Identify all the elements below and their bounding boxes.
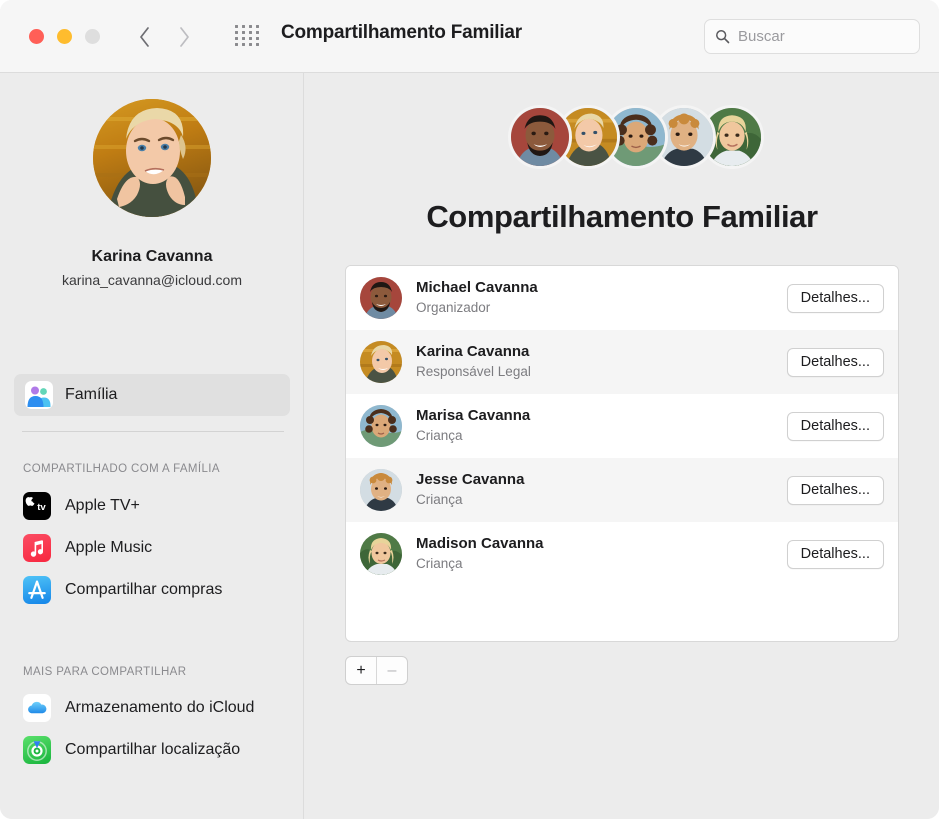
search-placeholder: Buscar	[738, 28, 785, 45]
sidebar-item-familia[interactable]: Família	[14, 374, 290, 416]
account-email: karina_cavanna@icloud.com	[0, 272, 304, 288]
sidebar-item-familia-label: Família	[65, 386, 117, 404]
sidebar: Karina Cavanna karina_cavanna@icloud.com…	[0, 73, 304, 819]
svg-text:tv: tv	[37, 502, 46, 513]
find-my-icon	[23, 736, 51, 764]
details-button[interactable]: Detalhes...	[787, 476, 884, 505]
sidebar-item-armazenamento-icloud-label: Armazenamento do iCloud	[65, 699, 254, 717]
account-avatar[interactable]	[93, 99, 211, 217]
show-all-grid-icon[interactable]	[235, 25, 261, 47]
apple-tv-icon: tv	[23, 492, 51, 520]
member-name: Jesse Cavanna	[416, 471, 787, 489]
zoom-button	[85, 29, 100, 44]
details-button[interactable]: Detalhes...	[787, 284, 884, 313]
member-role: Responsável Legal	[416, 363, 787, 381]
family-member-list: Michael Cavanna Organizador Detalhes...	[345, 265, 899, 642]
table-row[interactable]: Marisa Cavanna Criança Detalhes...	[346, 394, 898, 458]
table-row[interactable]: Madison Cavanna Criança Detalhes...	[346, 522, 898, 586]
sidebar-section-title-more: MAIS PARA COMPARTILHAR	[23, 666, 186, 678]
member-role: Criança	[416, 491, 787, 509]
add-member-button[interactable]: +	[346, 657, 376, 684]
avatar	[360, 533, 402, 575]
avatar	[360, 341, 402, 383]
sidebar-divider	[22, 431, 284, 432]
sidebar-item-compartilhar-compras-label: Compartilhar compras	[65, 581, 222, 599]
forward-button	[168, 20, 200, 54]
details-button[interactable]: Detalhes...	[787, 412, 884, 441]
member-role: Organizador	[416, 299, 787, 317]
member-name: Michael Cavanna	[416, 279, 787, 297]
sidebar-item-armazenamento-icloud[interactable]: Armazenamento do iCloud	[23, 691, 293, 725]
sidebar-item-apple-music[interactable]: Apple Music	[23, 531, 293, 565]
minimize-button[interactable]	[57, 29, 72, 44]
table-row[interactable]: Jesse Cavanna Criança Detalhes...	[346, 458, 898, 522]
avatar	[360, 405, 402, 447]
close-button[interactable]	[29, 29, 44, 44]
back-button[interactable]	[128, 20, 160, 54]
member-info: Marisa Cavanna Criança	[416, 407, 787, 445]
member-name: Karina Cavanna	[416, 343, 787, 361]
search-icon	[715, 29, 730, 44]
remove-member-button: –	[377, 657, 407, 684]
member-info: Michael Cavanna Organizador	[416, 279, 787, 317]
table-row[interactable]: Michael Cavanna Organizador Detalhes...	[346, 266, 898, 330]
member-info: Madison Cavanna Criança	[416, 535, 787, 573]
sidebar-item-compartilhar-localizacao[interactable]: Compartilhar localização	[23, 733, 293, 767]
icloud-icon	[23, 694, 51, 722]
chevron-left-icon	[139, 27, 150, 47]
cluster-avatar-michael	[508, 105, 572, 169]
page-title: Compartilhamento Familiar	[305, 199, 939, 235]
add-remove-segmented-control: + –	[345, 656, 408, 685]
sidebar-section-title-shared: COMPARTILHADO COM A FAMÍLIA	[23, 463, 220, 475]
main-panel: Compartilhamento Familiar	[305, 73, 939, 819]
window-title: Compartilhamento Familiar	[281, 22, 522, 44]
avatar-photo	[93, 99, 211, 217]
app-store-icon	[23, 576, 51, 604]
avatar	[360, 469, 402, 511]
apple-music-icon	[23, 534, 51, 562]
details-button[interactable]: Detalhes...	[787, 540, 884, 569]
avatar	[360, 277, 402, 319]
table-row[interactable]: Karina Cavanna Responsável Legal Detalhe…	[346, 330, 898, 394]
sidebar-item-compartilhar-compras[interactable]: Compartilhar compras	[23, 573, 293, 607]
sidebar-item-compartilhar-localizacao-label: Compartilhar localização	[65, 741, 240, 759]
member-role: Criança	[416, 427, 787, 445]
sidebar-item-apple-tv[interactable]: tv Apple TV+	[23, 489, 293, 523]
family-icon	[25, 381, 53, 409]
member-name: Marisa Cavanna	[416, 407, 787, 425]
account-name: Karina Cavanna	[0, 248, 304, 266]
chevron-right-icon	[179, 27, 190, 47]
member-name: Madison Cavanna	[416, 535, 787, 553]
sidebar-item-apple-music-label: Apple Music	[65, 539, 152, 557]
details-button[interactable]: Detalhes...	[787, 348, 884, 377]
member-role: Criança	[416, 555, 787, 573]
system-preferences-window: Compartilhamento Familiar Buscar	[0, 0, 939, 819]
member-info: Karina Cavanna Responsável Legal	[416, 343, 787, 381]
search-field[interactable]: Buscar	[704, 19, 920, 54]
window-titlebar: Compartilhamento Familiar Buscar	[0, 0, 939, 73]
sidebar-item-apple-tv-label: Apple TV+	[65, 497, 140, 515]
member-info: Jesse Cavanna Criança	[416, 471, 787, 509]
